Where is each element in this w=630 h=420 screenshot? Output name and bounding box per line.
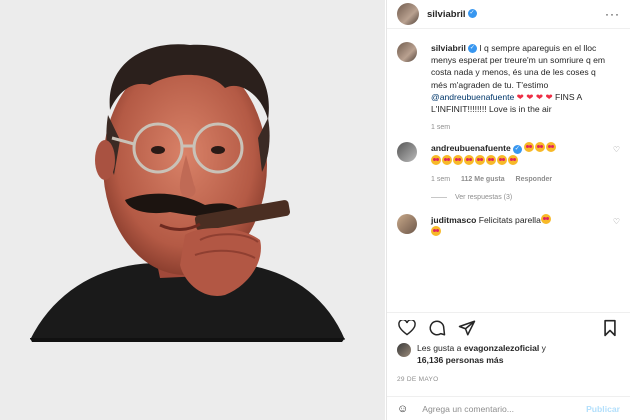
commenter-avatar[interactable] <box>397 142 417 163</box>
post-header: silviabril ✓ ··· <box>387 0 630 29</box>
heart-outline-icon[interactable]: ♡ <box>613 145 620 154</box>
comment-text: Felicitats parella <box>478 215 541 226</box>
view-replies-label: Ver respuestas (3) <box>455 194 513 202</box>
author-username[interactable]: silviabril ✓ <box>427 9 477 20</box>
likes-count[interactable]: 16,136 personas más <box>417 355 503 365</box>
comment-time[interactable]: 1 sem <box>431 176 450 183</box>
caption-author[interactable]: silviabril <box>431 43 466 53</box>
comment-author[interactable]: andreubuenafuente <box>431 143 511 153</box>
comment-item: andreubuenafuente ✓ 1 sem 112 Me gusta Re… <box>397 142 620 186</box>
comment-icon[interactable] <box>427 318 447 338</box>
view-replies-button[interactable]: Ver respuestas (3) <box>431 194 620 201</box>
likes-summary: Les gusta a evagonzalezoficial y 16,136 … <box>397 342 620 366</box>
commenter-avatar[interactable] <box>397 214 417 235</box>
likes-middle: y <box>539 343 546 353</box>
comments-list: silviabril ✓ I q sempre apareguis en el l… <box>387 42 630 246</box>
verified-badge-icon: ✓ <box>467 44 477 54</box>
author-avatar[interactable] <box>397 3 419 25</box>
verified-badge-icon: ✓ <box>512 144 522 154</box>
heart-icon[interactable] <box>397 318 417 338</box>
add-comment-bar: ☺ Publicar <box>387 396 630 420</box>
likes-prefix: Les gusta a <box>417 343 464 353</box>
caption-mention[interactable]: @andreubuenafuente <box>431 92 514 102</box>
comment-item: juditmasco Felicitats parella ♡ <box>397 214 620 238</box>
reply-button[interactable]: Responder <box>516 176 553 183</box>
caption-avatar[interactable] <box>397 42 417 62</box>
post-image <box>0 0 385 420</box>
liker-avatar[interactable] <box>397 343 411 357</box>
caption: silviabril ✓ I q sempre apareguis en el l… <box>397 42 620 134</box>
heart-outline-icon[interactable]: ♡ <box>613 217 620 226</box>
comment-author[interactable]: juditmasco <box>431 215 476 225</box>
comment-input[interactable] <box>422 403 587 414</box>
verified-badge-icon: ✓ <box>467 9 477 19</box>
share-icon[interactable] <box>457 318 477 338</box>
red-heart-icon: ❤ <box>516 91 524 102</box>
post-photo[interactable] <box>0 0 385 420</box>
action-bar <box>387 312 630 342</box>
caption-time[interactable]: 1 sem <box>431 124 450 131</box>
bookmark-icon[interactable] <box>600 318 620 338</box>
publish-button[interactable]: Publicar <box>586 404 620 414</box>
red-heart-icon: ❤ ❤ ❤ <box>526 91 553 102</box>
comment-likes[interactable]: 112 Me gusta <box>461 176 505 183</box>
more-dots-icon[interactable]: ··· <box>605 7 620 21</box>
emoji-picker-icon[interactable]: ☺ <box>397 403 408 415</box>
post-date[interactable]: 29 DE MAYO <box>397 376 439 383</box>
liker-username[interactable]: evagonzalezoficial <box>464 343 539 353</box>
replies-divider <box>431 197 447 199</box>
post-side-panel: silviabril ✓ ··· silviabril ✓ I q sempre a… <box>386 0 630 420</box>
